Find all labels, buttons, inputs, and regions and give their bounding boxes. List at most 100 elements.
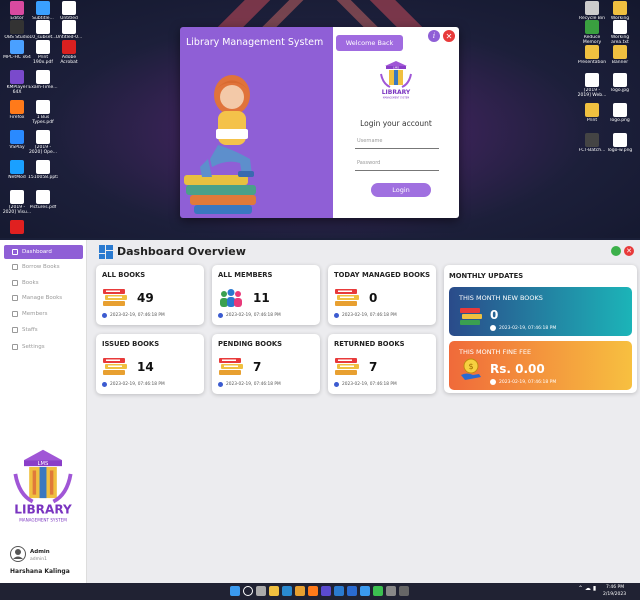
close-icon[interactable]: ✕ xyxy=(442,29,456,43)
welcome-back-button[interactable]: Welcome Back xyxy=(336,35,403,51)
file-icon xyxy=(585,73,599,87)
new-books-card: THIS MONTH NEW BOOKS 0 2023-02-19, 07:46… xyxy=(449,287,632,336)
desktop-icon-label: [2019 - 2019] Web... xyxy=(577,88,607,98)
desktop-icon[interactable]: Print xyxy=(577,103,607,128)
whatsapp-icon[interactable] xyxy=(373,586,383,596)
tray-icons[interactable]: ⌃ ☁ ▮ xyxy=(578,585,596,592)
desktop-icon[interactable]: Working area.txt xyxy=(605,20,635,45)
clock-icon xyxy=(334,382,339,387)
stat-card-date: 2023-02-19, 07:46:18 PM xyxy=(342,313,397,318)
books-stack-icon xyxy=(460,308,482,325)
desktop-icon[interactable]: 1 Bus Types.pdf xyxy=(28,100,58,125)
desktop-icon[interactable]: [2019 - 2019] Web... xyxy=(577,73,607,98)
books-stack-icon xyxy=(102,288,128,308)
explorer-icon[interactable] xyxy=(269,586,279,596)
sidebar-logo-top-text: LMS xyxy=(38,461,49,467)
file-icon xyxy=(10,160,24,174)
file-icon xyxy=(62,20,76,34)
books-stack-icon xyxy=(102,357,128,377)
password-input[interactable]: Password xyxy=(355,157,439,171)
login-heading: Login your account xyxy=(360,119,432,128)
clock-icon xyxy=(490,325,496,331)
file-icon xyxy=(613,103,627,117)
firefox-icon[interactable] xyxy=(308,586,318,596)
close-icon[interactable]: ✕ xyxy=(624,246,634,256)
desktop-icon-label: Pictures.pdf xyxy=(29,205,57,210)
file-icon xyxy=(585,45,599,59)
desktop-icon-label: FCT-Batch... xyxy=(578,148,606,153)
stat-card-returned-books[interactable]: RETURNED BOOKS 7 2023-02-19, 07:46:18 PM xyxy=(328,334,436,394)
sidebar-item-manage-books[interactable]: Manage Books xyxy=(4,291,83,305)
username-input[interactable]: Username xyxy=(355,135,439,149)
sidebar-item-label: Staffs xyxy=(22,327,38,333)
books-stack-icon xyxy=(334,357,360,377)
desktop-icon[interactable]: FCT-Batch... xyxy=(577,133,607,158)
file-icon xyxy=(10,130,24,144)
desktop-icon[interactable]: logo.png xyxy=(605,103,635,128)
desktop-icon-label: logo-w.png xyxy=(607,148,633,153)
clock-icon xyxy=(218,382,223,387)
calculator-icon[interactable] xyxy=(399,586,409,596)
login-button[interactable]: Login xyxy=(371,183,431,197)
stat-card-title: RETURNED BOOKS xyxy=(334,340,405,348)
desktop-icon[interactable] xyxy=(2,220,32,238)
stat-card-all-members[interactable]: ALL MEMBERS 11 2023-02-19, 07:46:18 PM xyxy=(212,265,320,325)
fine-fee-card: THIS MONTH FINE FEE $ Rs. 0.00 2023-02-1… xyxy=(449,341,632,390)
desktop-icon-label: [2019 - 2020] Ope... xyxy=(28,145,58,155)
desktop-icon[interactable]: Presentation xyxy=(577,45,607,70)
file-icon xyxy=(585,103,599,117)
stat-card-value: 7 xyxy=(253,360,262,374)
desktop-icon[interactable]: Adobe Acrobat xyxy=(54,40,84,65)
todo-icon[interactable] xyxy=(334,586,344,596)
sidebar-item-borrow-books[interactable]: Borrow Books xyxy=(4,260,83,274)
file-icon xyxy=(10,20,24,34)
desktop-icon[interactable]: Exam-Time... xyxy=(28,70,58,95)
desktop-icon[interactable]: Pictures.pdf xyxy=(28,190,58,215)
sidebar-item-books[interactable]: Books xyxy=(4,276,83,290)
sidebar-item-settings[interactable]: Settings xyxy=(4,340,83,354)
file-icon xyxy=(62,1,76,15)
search-icon[interactable] xyxy=(243,586,253,596)
file-icon xyxy=(613,1,627,15)
clock-time[interactable]: 7:46 PM xyxy=(606,585,624,590)
sidebar-item-staffs[interactable]: Staffs xyxy=(4,323,83,337)
login-app-title: Library Management System xyxy=(186,37,324,48)
taskbar: ⌃ ☁ ▮ 7:46 PM 2/19/2023 xyxy=(0,583,640,600)
mail-icon[interactable] xyxy=(347,586,357,596)
file-icon xyxy=(10,40,24,54)
stat-card-issued-books[interactable]: ISSUED BOOKS 14 2023-02-19, 07:46:18 PM xyxy=(96,334,204,394)
stat-card-date: 2023-02-19, 07:46:18 PM xyxy=(110,382,165,387)
photos-icon[interactable] xyxy=(360,586,370,596)
info-icon[interactable]: i xyxy=(428,30,440,42)
dashboard-icon xyxy=(99,245,113,259)
desktop-icon[interactable]: logo-w.png xyxy=(605,133,635,158)
windows-icon[interactable] xyxy=(230,586,240,596)
vscode-icon[interactable] xyxy=(321,586,331,596)
taskview-icon[interactable] xyxy=(256,586,266,596)
desktop-icon[interactable]: logo.jpg xyxy=(605,73,635,98)
sidebar-item-members[interactable]: Members xyxy=(4,307,83,321)
desktop-icon-label: Banner xyxy=(611,60,629,65)
user-role: Admin xyxy=(30,549,50,555)
stat-card-pending-books[interactable]: PENDING BOOKS 7 2023-02-19, 07:46:18 PM xyxy=(212,334,320,394)
desktop-icon[interactable]: 1510058.pptx xyxy=(28,160,58,185)
chrome-icon[interactable] xyxy=(295,586,305,596)
minimize-icon[interactable] xyxy=(611,246,621,256)
desktop-icon[interactable]: Banner xyxy=(605,45,635,70)
edge-icon[interactable] xyxy=(282,586,292,596)
file-icon xyxy=(10,70,24,84)
stat-card-all-books[interactable]: ALL BOOKS 49 2023-02-19, 07:46:18 PM xyxy=(96,265,204,325)
clock-icon xyxy=(102,313,107,318)
file-icon xyxy=(585,20,599,34)
settings-icon[interactable] xyxy=(386,586,396,596)
library-logo: LMS LIBRARY MANAGEMENT SYSTEM xyxy=(380,61,412,100)
stat-card-date: 2023-02-19, 07:46:18 PM xyxy=(226,382,281,387)
stat-card-today-managed-books[interactable]: TODAY MANAGED BOOKS 0 2023-02-19, 07:46:18… xyxy=(328,265,436,325)
avatar[interactable] xyxy=(10,546,26,562)
clock-date[interactable]: 2/19/2023 xyxy=(603,592,626,597)
file-icon xyxy=(36,70,50,84)
desktop-icon[interactable]: Reduce Memory xyxy=(577,20,607,45)
file-icon xyxy=(36,160,50,174)
sidebar-item-dashboard[interactable]: Dashboard xyxy=(4,245,83,259)
desktop-icon[interactable]: [2019 - 2020] Ope... xyxy=(28,130,58,155)
